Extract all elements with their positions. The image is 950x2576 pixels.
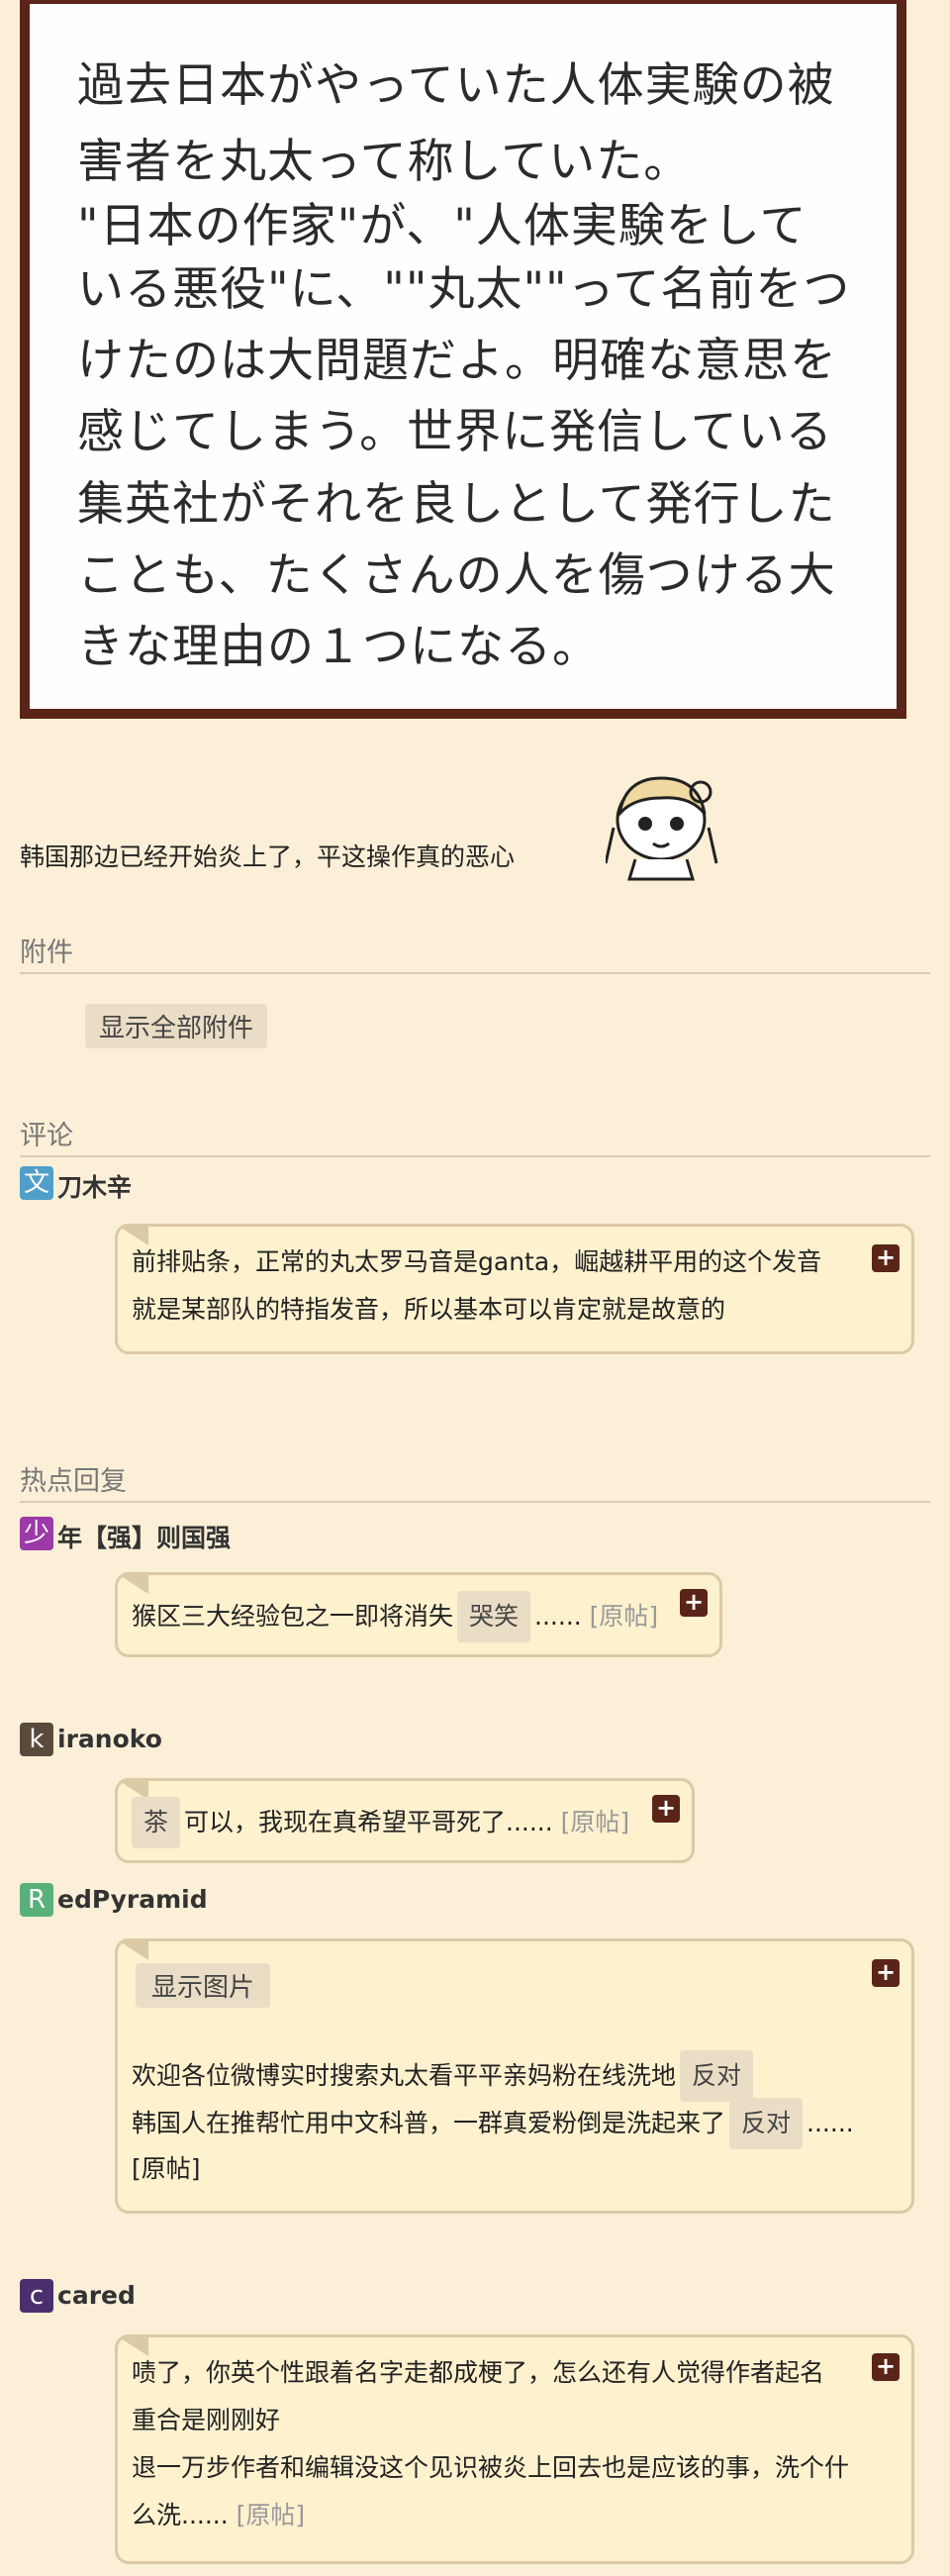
reply-text: 欢迎各位微博实时搜索丸太看平平亲妈粉在线洗地 反对 bbox=[132, 2050, 757, 2102]
reply-bubble: 茶可以，我现在真希望平哥死了...... [原帖] + bbox=[115, 1778, 695, 1863]
username[interactable]: 刀木辛 bbox=[57, 1168, 132, 1204]
avatar[interactable]: R bbox=[20, 1883, 53, 1917]
reply-text: 么洗...... [原帖] bbox=[132, 2492, 305, 2539]
divider bbox=[20, 1501, 930, 1503]
reply-text: 退一万步作者和编辑没这个见识被炎上回去也是应该的事，洗个什 bbox=[132, 2453, 850, 2482]
reply-line: 欢迎各位微博实时搜索丸太看平平亲妈粉在线洗地 bbox=[132, 2061, 677, 2090]
divider bbox=[20, 1155, 930, 1157]
quote-line: 感じてしまう。世界に発信している bbox=[77, 405, 833, 459]
section-title-attachments: 附件 bbox=[20, 938, 73, 968]
anime-girl-sticker-icon bbox=[604, 768, 720, 885]
original-post-link[interactable]: [原帖] bbox=[561, 1808, 630, 1836]
username[interactable]: 年【强】则国强 bbox=[57, 1519, 231, 1554]
quote-line: けたのは大問題だよ。明確な意思を bbox=[77, 334, 837, 388]
emoji-tag: 反对 bbox=[729, 2098, 804, 2149]
reply-text-before: 猴区三大经验包之一即将消失 bbox=[132, 1602, 454, 1631]
quote-line: いる悪役"に、""丸太""って名前をつ bbox=[77, 262, 851, 317]
reply-text: 猴区三大经验包之一即将消失 哭笑...... [原帖] bbox=[132, 1591, 658, 1642]
ellipsis: ...... bbox=[534, 1602, 582, 1631]
comment-text: 就是某部队的特指发音，所以基本可以肯定就是故意的 bbox=[132, 1295, 726, 1324]
comment-text: 前排贴条，正常的丸太罗马音是ganta，崛越耕平用的这个发音 bbox=[132, 1247, 822, 1276]
expand-plus-button[interactable]: + bbox=[872, 1244, 900, 1272]
original-post-link[interactable]: [原帖] bbox=[132, 2145, 201, 2193]
avatar[interactable]: k bbox=[20, 1723, 53, 1756]
reply-bubble: 显示图片 欢迎各位微博实时搜索丸太看平平亲妈粉在线洗地 反对 韩国人在推帮忙用中文… bbox=[115, 1938, 914, 2214]
avatar[interactable]: 文 bbox=[20, 1166, 53, 1200]
post-text: 韩国那边已经开始炎上了，平这操作真的恶心 bbox=[20, 842, 516, 871]
divider bbox=[20, 972, 930, 974]
emoji-tag: 哭笑 bbox=[457, 1591, 531, 1642]
expand-plus-button[interactable]: + bbox=[680, 1589, 708, 1617]
quote-line: きな理由の１つになる。 bbox=[77, 620, 600, 674]
reply-text: 重合是刚刚好 bbox=[132, 2406, 281, 2434]
expand-plus-button[interactable]: + bbox=[872, 2353, 900, 2381]
emoji-tag: 反对 bbox=[680, 2050, 754, 2102]
comment-bubble: 前排贴条，正常的丸太罗马音是ganta，崛越耕平用的这个发音 就是某部队的特指发… bbox=[115, 1224, 914, 1354]
quote-line: 害者を丸太って称していた。 bbox=[77, 135, 692, 189]
expand-plus-button[interactable]: + bbox=[652, 1795, 680, 1823]
section-title-comments: 评论 bbox=[20, 1121, 73, 1151]
original-post-link[interactable]: [原帖] bbox=[237, 2501, 306, 2529]
reply-bubble: 猴区三大经验包之一即将消失 哭笑...... [原帖] + bbox=[115, 1572, 722, 1657]
reply-bubble: 啧了，你英个性跟着名字走都成梗了，怎么还有人觉得作者起名 重合是刚刚好 退一万步… bbox=[115, 2334, 914, 2564]
quoted-text-image: 過去日本がやっていた人体実験の被 害者を丸太って称していた。 "日本の作家"が、… bbox=[20, 0, 906, 719]
username[interactable]: cared bbox=[57, 2281, 136, 2310]
reply-line: 么洗...... bbox=[132, 2501, 229, 2529]
quote-line: "日本の作家"が、"人体実験をして bbox=[77, 199, 808, 253]
reply-text-main: 可以，我现在真希望平哥死了...... bbox=[184, 1808, 553, 1836]
emoji-tag: 茶 bbox=[132, 1797, 181, 1848]
section-title-hot-replies: 热点回复 bbox=[20, 1466, 127, 1497]
avatar[interactable]: 少 bbox=[20, 1517, 53, 1550]
username[interactable]: iranoko bbox=[57, 1725, 162, 1753]
show-image-button[interactable]: 显示图片 bbox=[136, 1963, 271, 2008]
reply-line: 韩国人在推帮忙用中文科普，一群真爱粉倒是洗起来了 bbox=[132, 2109, 726, 2137]
ellipsis: ...... bbox=[807, 2109, 854, 2137]
avatar[interactable]: c bbox=[20, 2279, 53, 2313]
expand-plus-button[interactable]: + bbox=[872, 1959, 900, 1987]
reply-text: 茶可以，我现在真希望平哥死了...... [原帖] bbox=[132, 1797, 629, 1848]
quote-line: ことも、たくさんの人を傷つける大 bbox=[77, 548, 836, 603]
quote-line: 集英社がそれを良しとして発行した bbox=[77, 477, 836, 532]
reply-text: 韩国人在推帮忙用中文科普，一群真爱粉倒是洗起来了 反对...... bbox=[132, 2098, 854, 2149]
original-post-link[interactable]: [原帖] bbox=[590, 1602, 659, 1631]
quote-line: 過去日本がやっていた人体実験の被 bbox=[77, 58, 835, 113]
username[interactable]: edPyramid bbox=[57, 1885, 208, 1914]
show-all-attachments-button[interactable]: 显示全部附件 bbox=[85, 1004, 268, 1048]
reply-text: 啧了，你英个性跟着名字走都成梗了，怎么还有人觉得作者起名 bbox=[132, 2358, 825, 2387]
